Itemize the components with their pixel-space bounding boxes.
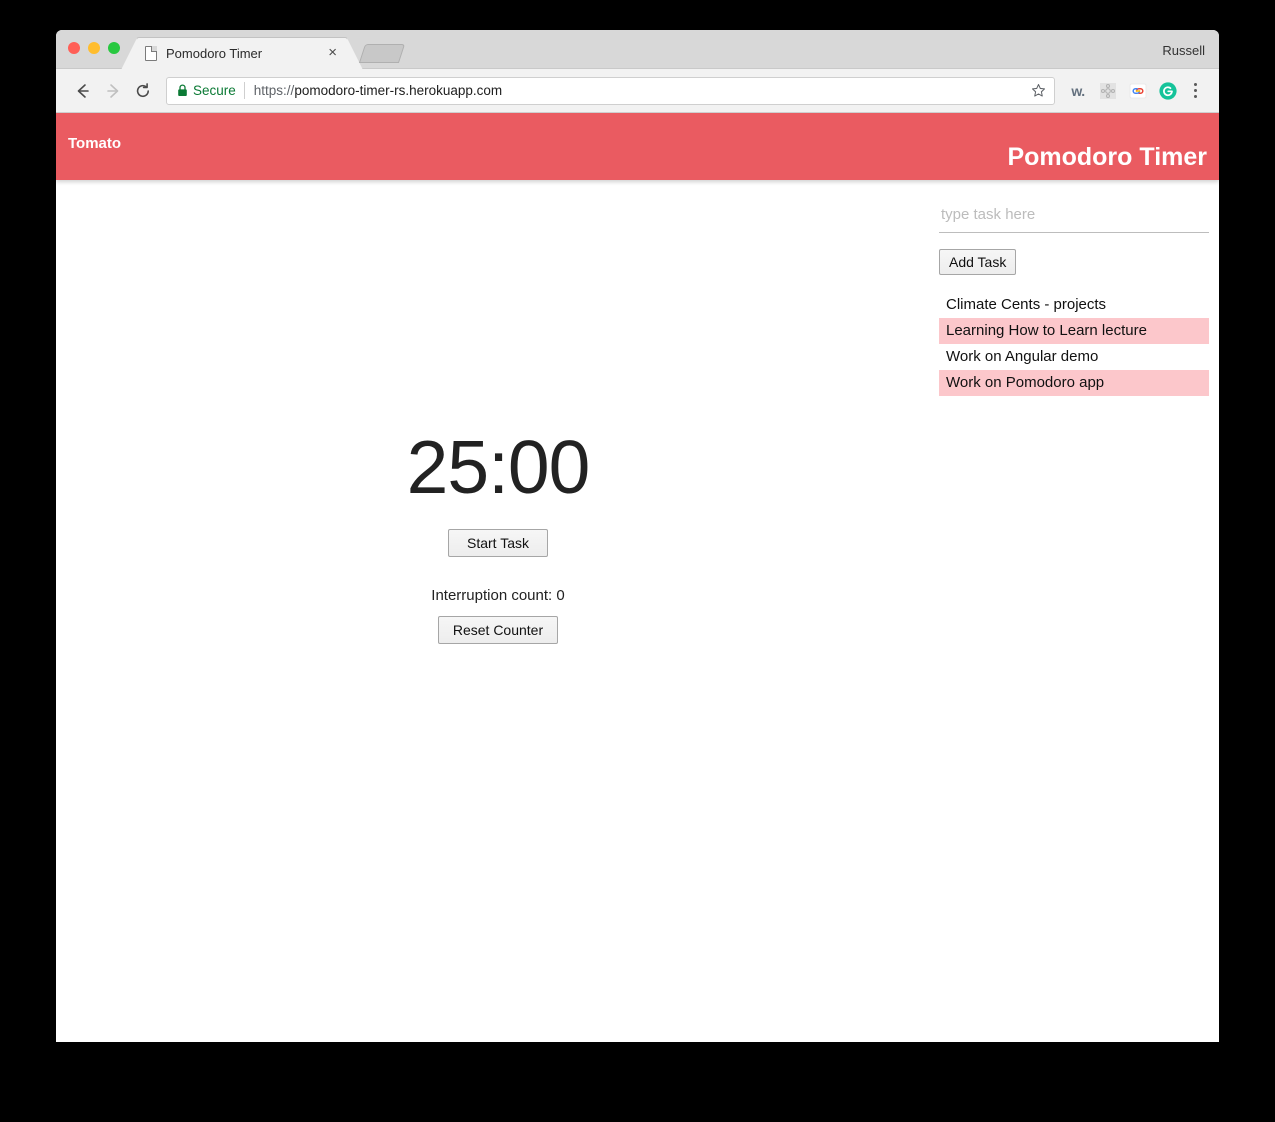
- task-panel: Add Task Climate Cents - projectsLearnin…: [939, 200, 1209, 396]
- task-list: Climate Cents - projects Learning How to …: [939, 292, 1209, 396]
- address-bar-url: https://pomodoro-timer-rs.herokuapp.com: [254, 83, 502, 98]
- window-traffic-lights: [68, 42, 120, 54]
- task-list-item[interactable]: Work on Angular demo: [939, 344, 1209, 370]
- back-icon[interactable]: [68, 76, 98, 106]
- new-tab-button[interactable]: [358, 44, 406, 63]
- timer-section: 25:00 Start Task Interruption count: 0 R…: [56, 180, 940, 644]
- browser-toolbar: Secure https://pomodoro-timer-rs.herokua…: [56, 69, 1219, 113]
- puzzle-extension-icon[interactable]: [1095, 78, 1121, 104]
- page-content: Tomato Pomodoro Timer 25:00 Start Task I…: [56, 113, 1219, 1042]
- interruption-count-label: Interruption count: 0: [431, 587, 565, 604]
- tab-strip: Pomodoro Timer × Russell: [56, 30, 1219, 70]
- document-icon: [145, 46, 157, 61]
- browser-menu-icon[interactable]: [1183, 78, 1207, 104]
- add-task-button[interactable]: Add Task: [939, 249, 1017, 275]
- security-status-label: Secure: [193, 83, 236, 98]
- url-host: pomodoro-timer-rs.herokuapp.com: [294, 83, 503, 98]
- wikiwand-extension-label: w.: [1071, 82, 1085, 99]
- browser-tab-pomodoro-timer[interactable]: Pomodoro Timer ×: [121, 37, 363, 70]
- window-user-label: Russell: [1162, 43, 1205, 58]
- reload-icon[interactable]: [128, 76, 158, 106]
- start-task-button[interactable]: Start Task: [448, 529, 548, 557]
- task-list-item[interactable]: Learning How to Learn lecture: [939, 318, 1209, 344]
- timer-display: 25:00: [406, 425, 591, 509]
- address-bar[interactable]: Secure https://pomodoro-timer-rs.herokua…: [166, 76, 1055, 105]
- app-navbar: Tomato Pomodoro Timer: [56, 113, 1219, 180]
- close-icon[interactable]: ×: [322, 45, 339, 62]
- close-window-button[interactable]: [68, 42, 80, 54]
- page-title: Pomodoro Timer: [1007, 143, 1207, 171]
- wikiwand-extension-icon[interactable]: w.: [1065, 78, 1091, 104]
- minimize-window-button[interactable]: [88, 42, 100, 54]
- task-list-item[interactable]: Climate Cents - projects: [939, 292, 1209, 318]
- page-body: 25:00 Start Task Interruption count: 0 R…: [56, 180, 1219, 1042]
- task-input[interactable]: [939, 200, 1209, 233]
- lock-icon: [177, 84, 188, 97]
- forward-icon[interactable]: [98, 76, 128, 106]
- browser-window: Pomodoro Timer × Russell Secure https://…: [56, 30, 1219, 1042]
- task-list-item[interactable]: Work on Pomodoro app: [939, 370, 1209, 396]
- url-scheme: https://: [253, 83, 295, 98]
- reset-counter-button[interactable]: Reset Counter: [437, 616, 559, 644]
- tab-title: Pomodoro Timer: [166, 46, 263, 61]
- maximize-window-button[interactable]: [108, 42, 120, 54]
- bookmark-star-icon[interactable]: [1023, 83, 1046, 98]
- grammarly-extension-icon[interactable]: [1155, 78, 1181, 104]
- extension-icons: w.: [1065, 78, 1181, 104]
- omnibox-divider: [243, 82, 245, 99]
- google-link-extension-icon[interactable]: [1125, 78, 1151, 104]
- app-brand[interactable]: Tomato: [68, 135, 121, 152]
